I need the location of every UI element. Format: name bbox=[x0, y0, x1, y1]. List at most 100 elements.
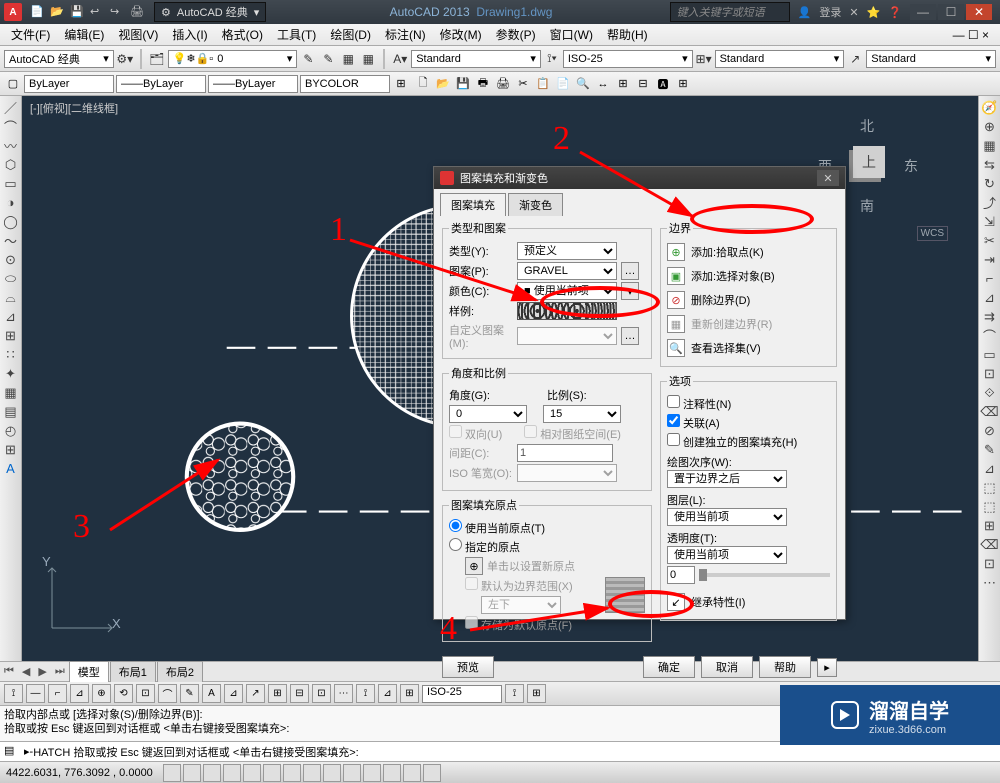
menu-parametric[interactable]: 参数(P) bbox=[489, 26, 543, 43]
dialog-title: 图案填充和渐变色 bbox=[460, 170, 548, 186]
login-link[interactable]: 登录 bbox=[819, 4, 841, 20]
cancel-button[interactable]: 取消 bbox=[701, 656, 753, 678]
menu-view[interactable]: 视图(V) bbox=[111, 26, 165, 43]
menubar[interactable]: 文件(F) 编辑(E) 视图(V) 插入(I) 格式(O) 工具(T) 绘图(D… bbox=[0, 24, 1000, 46]
menu-file[interactable]: 文件(F) bbox=[4, 26, 57, 43]
store-default-checkbox bbox=[465, 616, 478, 629]
menu-modify[interactable]: 修改(M) bbox=[433, 26, 489, 43]
tab-layout2[interactable]: 布局2 bbox=[157, 661, 203, 682]
workspace-combo[interactable]: AutoCAD 经典▾ bbox=[4, 50, 114, 68]
lineweight-combo[interactable]: —— ByLayer bbox=[208, 75, 298, 93]
tab-model[interactable]: 模型 bbox=[69, 661, 109, 682]
select-objects-icon[interactable]: ▣ bbox=[667, 267, 685, 285]
plotstyle-combo[interactable]: BYCOLOR bbox=[300, 75, 390, 93]
angle-select[interactable]: 0 bbox=[449, 405, 527, 423]
dimstyle-icon[interactable]: ⟟▾ bbox=[543, 50, 561, 68]
view-selection-button[interactable]: 查看选择集(V) bbox=[691, 340, 761, 356]
help-button[interactable]: 帮助 bbox=[759, 656, 811, 678]
origin-current-radio[interactable] bbox=[449, 519, 462, 532]
select-objects-button[interactable]: 添加:选择对象(B) bbox=[691, 268, 775, 284]
mleaderstyle-icon[interactable]: ↗ bbox=[846, 50, 864, 68]
max-button[interactable]: ☐ bbox=[938, 4, 964, 20]
tab-nav-prev[interactable]: ◀ bbox=[18, 664, 34, 679]
min-button[interactable]: — bbox=[910, 4, 936, 20]
origin-spec-radio[interactable] bbox=[449, 538, 462, 551]
sample-swatch[interactable] bbox=[517, 302, 617, 320]
tablestyle-combo[interactable]: Standard▾ bbox=[715, 50, 845, 68]
tab-nav-last[interactable]: ⏭ bbox=[51, 664, 69, 679]
modify-toolbar[interactable]: 🧭⊕▦⇆ ↻⤴⇲✂ ⇥⌐⊿⇉ ⌒▭⊡⟐ ⌫⊘✎⊿ ⬚⬚⊞⌫ ⊡⋯ bbox=[978, 96, 1000, 661]
type-select[interactable]: 预定义 bbox=[517, 242, 617, 260]
transparency-input[interactable] bbox=[667, 566, 695, 584]
dialog-close-icon[interactable]: ✕ bbox=[817, 170, 839, 186]
scale-select[interactable]: 15 bbox=[543, 405, 621, 423]
draw-toolbar[interactable]: ／⌒〰⬡ ▭◑◯〜 ⊙⬭⌓⊿ ⊞∷✦▦ ▤◴⊞A bbox=[0, 96, 22, 661]
qat[interactable]: 📄📂💾↩↪🖨 bbox=[26, 5, 148, 19]
preview-button[interactable]: 预览 bbox=[442, 656, 494, 678]
inherit-button[interactable]: 继承特性(I) bbox=[691, 594, 745, 610]
color-select[interactable]: ■ 使用当前项 bbox=[517, 282, 617, 300]
app-logo: A bbox=[4, 3, 22, 21]
textstyle-icon[interactable]: A▾ bbox=[391, 50, 409, 68]
tab-nav-first[interactable]: ⏮ bbox=[0, 664, 18, 679]
menu-insert[interactable]: 插入(I) bbox=[165, 26, 214, 43]
pick-origin-button[interactable]: ⊕ bbox=[465, 557, 483, 575]
color-combo[interactable]: ByLayer bbox=[24, 75, 114, 93]
inherit-icon[interactable]: ↙ bbox=[667, 593, 685, 611]
menu-format[interactable]: 格式(O) bbox=[215, 26, 270, 43]
draworder-select[interactable]: 置于边界之后 bbox=[667, 470, 787, 488]
pattern-browse-button[interactable]: … bbox=[621, 262, 639, 280]
associative-checkbox[interactable] bbox=[667, 414, 680, 427]
menu-dimension[interactable]: 标注(N) bbox=[378, 26, 433, 43]
menu-draw[interactable]: 绘图(D) bbox=[323, 26, 378, 43]
command-prompt-icon: ▤ bbox=[4, 744, 20, 760]
annotative-checkbox[interactable] bbox=[667, 395, 680, 408]
menubar-min-icon[interactable]: — ☐ × bbox=[946, 28, 996, 42]
help-search[interactable]: 键入关键字或短语 bbox=[670, 2, 790, 22]
workspace-dropdown[interactable]: ⚙AutoCAD 经典▾ bbox=[154, 2, 266, 22]
origin-preview bbox=[605, 577, 645, 613]
group-type: 类型和图案 bbox=[449, 220, 508, 236]
status-dimstyle-combo[interactable]: ISO-25 bbox=[422, 685, 502, 703]
expand-button[interactable]: ▸ bbox=[817, 658, 837, 677]
menu-window[interactable]: 窗口(W) bbox=[543, 26, 600, 43]
tab-gradient[interactable]: 渐变色 bbox=[508, 193, 563, 216]
group-bounds: 边界 bbox=[667, 220, 693, 236]
remove-boundary-button[interactable]: 删除边界(D) bbox=[691, 292, 750, 308]
pick-point-button[interactable]: 添加:拾取点(K) bbox=[691, 244, 764, 260]
group-angle: 角度和比例 bbox=[449, 365, 508, 381]
remove-boundary-icon[interactable]: ⊘ bbox=[667, 291, 685, 309]
mleaderstyle-combo[interactable]: Standard▾ bbox=[866, 50, 996, 68]
extent-select: 左下 bbox=[481, 596, 561, 614]
color-more-button[interactable]: ▾ bbox=[621, 282, 639, 300]
tablestyle-icon[interactable]: ⊞▾ bbox=[695, 50, 713, 68]
menu-tools[interactable]: 工具(T) bbox=[270, 26, 323, 43]
separate-checkbox[interactable] bbox=[667, 433, 680, 446]
default-extent-checkbox bbox=[465, 577, 478, 590]
tab-nav-next[interactable]: ▶ bbox=[34, 664, 50, 679]
double-checkbox bbox=[449, 425, 462, 438]
menu-help[interactable]: 帮助(H) bbox=[600, 26, 655, 43]
layer-combo[interactable]: 💡❄🔒▫ 0▾ bbox=[168, 50, 298, 68]
view-selection-icon[interactable]: 🔍 bbox=[667, 339, 685, 357]
play-icon bbox=[831, 701, 859, 729]
gear-icon[interactable]: ⚙▾ bbox=[116, 50, 134, 68]
paperscale-checkbox bbox=[524, 425, 537, 438]
pattern-select[interactable]: GRAVEL bbox=[517, 262, 617, 280]
pick-point-icon[interactable]: ⊕ bbox=[667, 243, 685, 261]
close-button[interactable]: ✕ bbox=[966, 4, 992, 20]
wcs-label[interactable]: WCS bbox=[917, 226, 948, 241]
iso-select bbox=[517, 464, 617, 482]
watermark: 溜溜自学 zixue.3d66.com bbox=[780, 685, 1000, 745]
linetype-combo[interactable]: —— ByLayer bbox=[116, 75, 206, 93]
ok-button[interactable]: 确定 bbox=[643, 656, 695, 678]
layer-states-icon[interactable]: 🗂 bbox=[148, 50, 166, 68]
menu-edit[interactable]: 编辑(E) bbox=[57, 26, 111, 43]
layer-select[interactable]: 使用当前项 bbox=[667, 508, 787, 526]
tab-layout1[interactable]: 布局1 bbox=[110, 661, 156, 682]
transparency-select[interactable]: 使用当前项 bbox=[667, 546, 787, 564]
group-options: 选项 bbox=[667, 373, 693, 389]
textstyle-combo[interactable]: Standard▾ bbox=[411, 50, 541, 68]
dimstyle-combo[interactable]: ISO-25▾ bbox=[563, 50, 693, 68]
tab-hatch[interactable]: 图案填充 bbox=[440, 193, 506, 216]
